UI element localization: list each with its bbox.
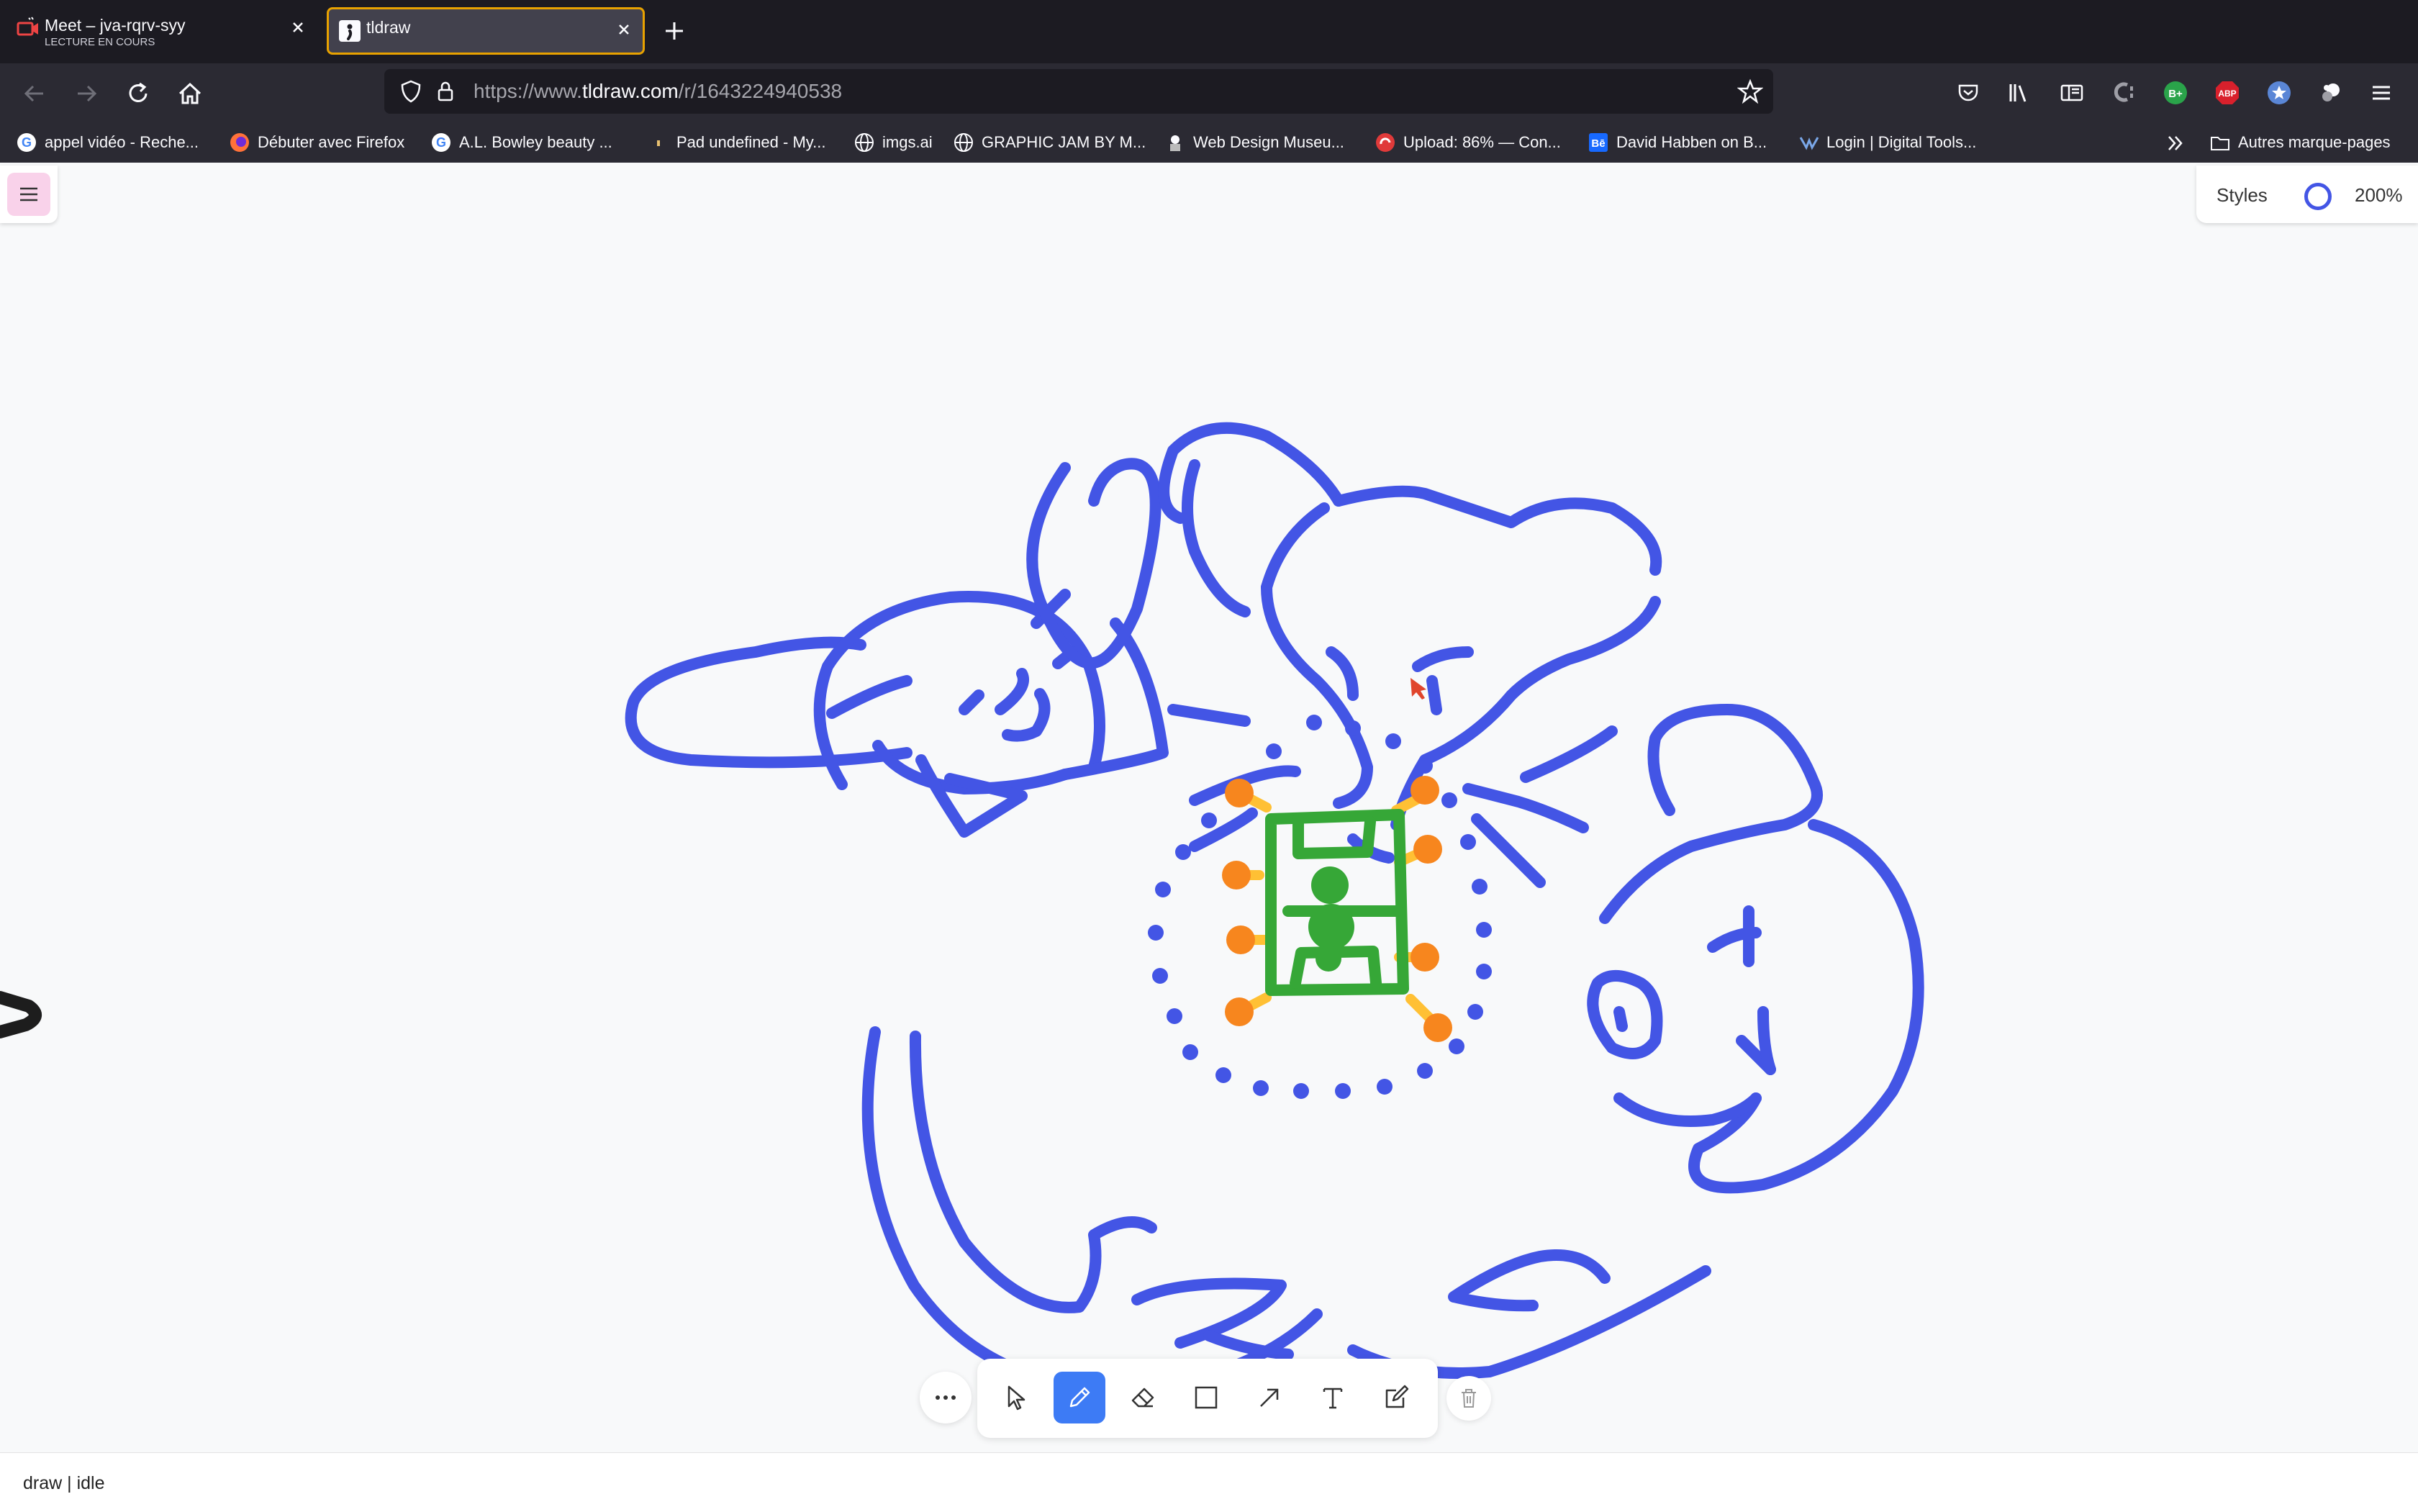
puzzle-icon[interactable] xyxy=(2317,79,2345,107)
status-bar: draw | idle xyxy=(0,1452,2418,1512)
new-tab-icon[interactable] xyxy=(662,19,687,43)
styles-panel: Styles 200% xyxy=(2196,166,2418,223)
menu-button-bg xyxy=(7,173,50,216)
rectangle-icon xyxy=(1195,1386,1218,1409)
bookmark-item[interactable]: imgs.ai xyxy=(853,130,933,155)
library-icon[interactable] xyxy=(2006,81,2031,105)
eraser-tool-button[interactable] xyxy=(1117,1372,1169,1423)
bookmark-item[interactable]: G A.L. Bowley beauty ... xyxy=(430,130,612,155)
tab-title: tldraw xyxy=(366,18,411,37)
tool-bar xyxy=(977,1359,1438,1438)
more-dots-icon xyxy=(936,1395,956,1400)
pencil-icon xyxy=(1069,1387,1090,1408)
chevron-double-right-icon[interactable] xyxy=(2165,132,2186,154)
url-bar[interactable]: https://www.tldraw.com/r/1643224940538 xyxy=(384,69,1773,114)
folder-icon xyxy=(2211,137,2229,150)
cursor-icon xyxy=(1410,678,1426,700)
svg-text:ABP: ABP xyxy=(2218,89,2236,99)
globe-icon xyxy=(855,133,874,152)
google-icon: G xyxy=(432,133,450,152)
green-ladder-doodle[interactable] xyxy=(1265,809,1409,996)
drawing-canvas[interactable]: Styles 200% draw | idle xyxy=(0,163,2418,1512)
svg-text:B+: B+ xyxy=(2168,88,2183,100)
select-tool-button[interactable] xyxy=(990,1372,1042,1423)
svg-text:G: G xyxy=(22,135,32,150)
pocket-icon[interactable] xyxy=(1956,81,1980,105)
reload-icon[interactable] xyxy=(124,79,153,108)
bookmark-item[interactable]: Bē David Habben on B... xyxy=(1588,130,1767,155)
text-icon xyxy=(1323,1387,1343,1409)
tldraw-icon xyxy=(339,20,361,42)
bookmarks-bar: G appel vidéo - Reche... Débuter avec Fi… xyxy=(0,122,2418,163)
bookmark-star-icon[interactable] xyxy=(1737,78,1763,104)
url-text[interactable]: https://www.tldraw.com/r/1643224940538 xyxy=(474,80,842,103)
tab-tldraw[interactable]: tldraw xyxy=(327,7,645,55)
home-icon[interactable] xyxy=(176,79,204,108)
globe-icon xyxy=(954,133,973,152)
firefox-icon xyxy=(230,133,249,152)
abp-icon[interactable]: ABP xyxy=(2214,79,2241,107)
delete-button[interactable] xyxy=(1446,1376,1491,1421)
close-icon[interactable] xyxy=(288,17,308,37)
tab-bar: Meet – jva-rqrv-syy LECTURE EN COURS tld… xyxy=(0,0,2418,63)
tab-title: Meet – jva-rqrv-syy xyxy=(45,16,186,35)
trash-icon xyxy=(1462,1389,1476,1408)
sticky-note-icon xyxy=(1385,1385,1409,1408)
sticky-note-tool-button[interactable] xyxy=(1370,1372,1422,1423)
text-tool-button[interactable] xyxy=(1307,1372,1359,1423)
c-icon[interactable] xyxy=(2111,79,2137,105)
reader-icon[interactable] xyxy=(2060,81,2084,105)
other-bookmarks-folder[interactable]: Autres marque-pages xyxy=(2209,130,2391,155)
browser-window: Meet – jva-rqrv-syy LECTURE EN COURS tld… xyxy=(0,0,2418,1512)
canvas-drawing[interactable] xyxy=(0,163,2418,1452)
bookmark-item[interactable]: Upload: 86% — Con... xyxy=(1375,130,1561,155)
left-mouse-doodle[interactable] xyxy=(625,458,1169,838)
right-mouse-doodle[interactable] xyxy=(1462,704,1924,1194)
svg-text:Bē: Bē xyxy=(1591,137,1605,150)
arrow-icon xyxy=(1260,1388,1279,1407)
upload-icon xyxy=(1376,133,1395,152)
hamburger-icon xyxy=(20,187,37,202)
status-text: draw | idle xyxy=(23,1473,105,1493)
pad-icon xyxy=(657,140,660,146)
bookmark-item[interactable]: Web Design Museu... xyxy=(1164,130,1344,155)
styles-button[interactable]: Styles xyxy=(2216,184,2268,207)
b-plus-icon[interactable]: B+ xyxy=(2162,79,2189,107)
navigation-bar: https://www.tldraw.com/r/1643224940538 B… xyxy=(0,63,2418,122)
behance-icon: Bē xyxy=(1589,133,1608,152)
tab-meet[interactable]: Meet – jva-rqrv-syy LECTURE EN COURS xyxy=(7,7,317,55)
lock-icon[interactable] xyxy=(433,79,458,104)
forward-icon[interactable] xyxy=(72,79,101,108)
museum-icon xyxy=(1170,135,1180,151)
hamburger-icon[interactable] xyxy=(2369,81,2394,105)
eraser-icon xyxy=(1131,1387,1154,1408)
star-ext-icon[interactable] xyxy=(2265,79,2293,107)
select-arrow-icon xyxy=(1008,1385,1025,1411)
google-icon: G xyxy=(17,133,36,152)
back-icon[interactable] xyxy=(20,79,49,108)
tab-subtitle: LECTURE EN COURS xyxy=(45,36,155,48)
bookmark-item[interactable]: Pad undefined - My... xyxy=(648,130,826,155)
tools-icon xyxy=(1799,137,1819,150)
more-options-button[interactable] xyxy=(920,1372,972,1423)
rectangle-tool-button[interactable] xyxy=(1180,1372,1232,1423)
current-color-swatch[interactable] xyxy=(2304,183,2332,210)
tails-doodle[interactable] xyxy=(861,1026,1711,1394)
bookmark-item[interactable]: GRAPHIC JAM BY M... xyxy=(953,130,1146,155)
svg-text:G: G xyxy=(436,135,446,150)
zoom-level[interactable]: 200% xyxy=(2355,184,2403,207)
black-stroke[interactable] xyxy=(0,991,42,1038)
close-icon[interactable] xyxy=(614,19,634,40)
arrow-tool-button[interactable] xyxy=(1244,1372,1295,1423)
shield-icon[interactable] xyxy=(399,79,423,104)
bookmark-item[interactable]: G appel vidéo - Reche... xyxy=(16,130,199,155)
bookmark-item[interactable]: Login | Digital Tools... xyxy=(1798,130,1976,155)
bookmark-item[interactable]: Débuter avec Firefox xyxy=(229,130,404,155)
menu-button[interactable] xyxy=(0,166,58,223)
meet-icon xyxy=(17,17,38,36)
draw-tool-button[interactable] xyxy=(1054,1372,1105,1423)
